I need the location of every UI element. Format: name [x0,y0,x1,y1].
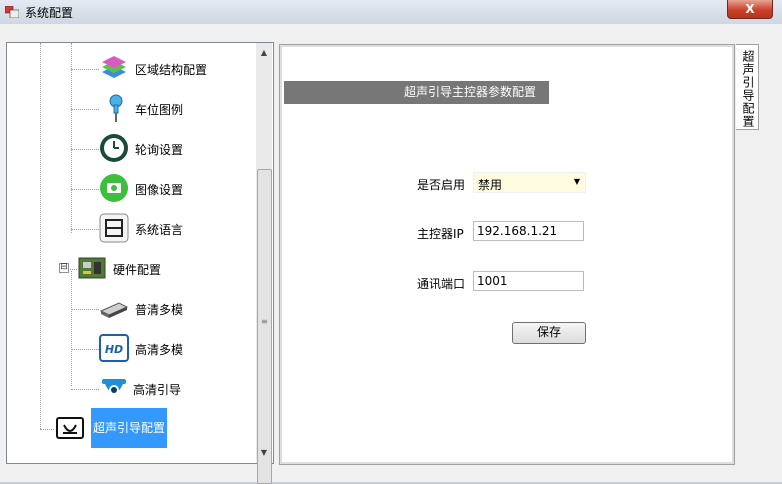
tree-item-label: 区域结构配置 [135,63,208,77]
camera-icon [100,174,128,202]
port-label: 通讯端口 [417,277,466,291]
app-icon [5,6,19,18]
tree-branch [71,149,99,150]
scroll-thumb[interactable]: ≡ [257,169,272,484]
tree-branch [71,389,99,390]
tree-item-label: 轮询设置 [135,143,184,157]
tree-line [71,43,72,233]
tree-item-region[interactable]: 区域结构配置 [99,53,249,83]
tree-branch [71,109,99,110]
window-title: 系统配置 [25,6,74,20]
tree-branch [71,349,99,350]
collapse-toggle[interactable]: ⊟ [59,263,69,273]
tree-item-label: 硬件配置 [113,263,162,277]
tree-item-polling[interactable]: 轮询设置 [99,133,249,163]
grip-icon: ≡ [261,317,268,326]
config-panel: 超声引导主控器参数配置 是否启用 禁用 ▼ 主控器IP 通讯端口 保存 [279,44,735,465]
tree-scrollbar[interactable]: ▲ ≡ ▼ [256,43,272,484]
tree-line [71,271,72,386]
title-bar: 系统配置 X [0,0,782,24]
tree-item-label: 普清多模 [135,303,184,317]
ip-field[interactable] [473,221,584,241]
tree-item-image[interactable]: 图像设置 [99,173,249,203]
tab-label: 超声引导配置 [741,50,755,128]
tree-branch [40,429,54,430]
tree-branch [71,229,99,230]
scroll-up-arrow-icon[interactable]: ▲ [256,45,272,61]
enable-select-value: 禁用 [478,178,503,192]
svg-text:HD: HD [105,343,123,356]
circuit-board-icon [78,257,106,279]
tree-item-ultrasonic[interactable]: 超声引导配置 [55,408,205,448]
tab-ultrasonic-config[interactable]: 超声引导配置 [736,44,759,130]
hd-icon: HD [99,334,129,362]
config-tree[interactable]: 区域结构配置 车位图例 轮询设置 图像设置 系统语言 ⊟ 硬件配置 普清多模 H… [6,42,274,464]
tree-item-label: 图像设置 [135,183,184,197]
ultrasonic-icon [56,417,84,439]
tree-branch [71,309,99,310]
port-field[interactable] [473,271,584,291]
language-icon [99,213,129,243]
tree-item-hd-guide[interactable]: 高清引导 [99,373,249,403]
enable-label: 是否启用 [417,178,466,192]
close-button[interactable]: X [727,0,773,19]
panel-header: 超声引导主控器参数配置 [284,81,549,104]
tree-item-hd-multimode[interactable]: HD 高清多模 [99,333,249,363]
dropdown-arrow-icon[interactable]: ▼ [571,175,583,189]
tree-branch [71,189,99,190]
enable-select[interactable]: 禁用 ▼ [473,172,586,193]
tree-item-label: 高清多模 [135,343,184,357]
pushpin-icon [109,94,123,122]
tree-item-legend[interactable]: 车位图例 [99,93,249,123]
clock-icon [100,134,128,162]
tree-line [40,43,41,429]
region-layers-icon [102,56,126,78]
dome-camera-icon [102,379,126,395]
tree-item-hardware[interactable]: 硬件配置 [77,253,227,283]
tree-item-label: 车位图例 [135,103,184,117]
tree-item-label: 系统语言 [135,223,184,237]
tree-item-language[interactable]: 系统语言 [99,213,249,243]
panel-title: 超声引导主控器参数配置 [404,85,537,99]
tree-item-label: 超声引导配置 [91,408,168,448]
save-button[interactable]: 保存 [512,322,586,344]
tree-item-sd-multimode[interactable]: 普清多模 [99,293,249,323]
tree-item-label: 高清引导 [133,383,182,397]
tree-branch [71,69,99,70]
scroll-down-arrow-icon[interactable]: ▼ [256,445,272,461]
device-icon [99,302,129,318]
ip-label: 主控器IP [417,227,464,241]
